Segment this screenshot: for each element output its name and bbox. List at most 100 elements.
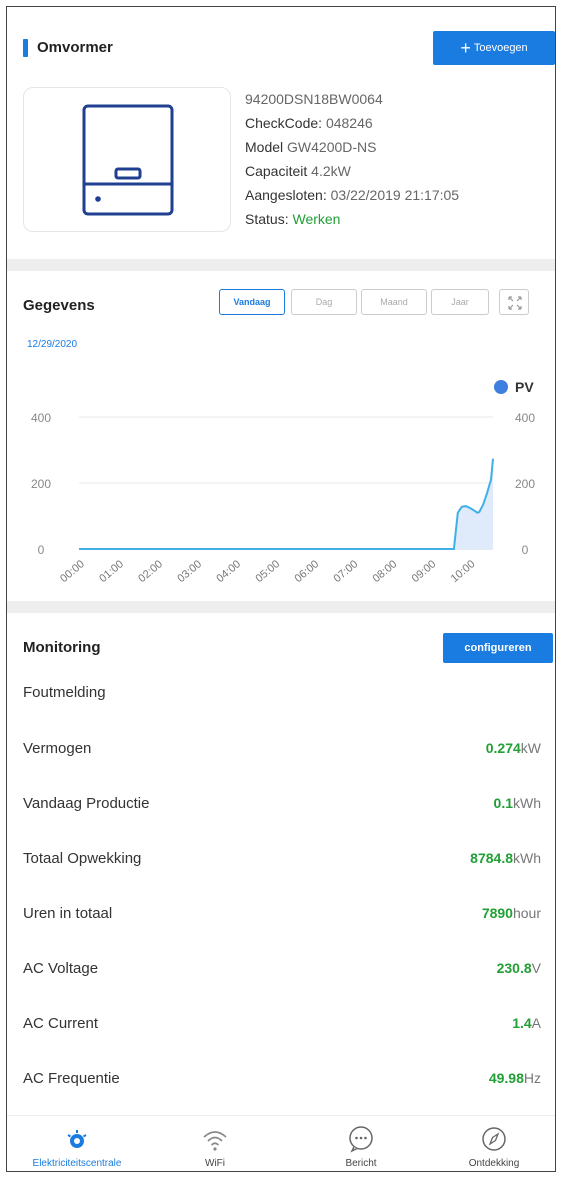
legend-dot bbox=[494, 380, 508, 394]
monitoring-number: 0.1 bbox=[493, 795, 513, 811]
chart-date: 12/29/2020 bbox=[27, 339, 78, 350]
monitoring-value: 0.1kWh bbox=[494, 795, 541, 812]
app-screen: Omvormer + Toevoegen 94200DSN18BW0064 Ch… bbox=[6, 6, 556, 1172]
inverter-icon bbox=[82, 104, 174, 216]
inverter-section: Omvormer + Toevoegen 94200DSN18BW0064 Ch… bbox=[7, 7, 555, 259]
monitoring-number: 230.8 bbox=[496, 960, 532, 976]
legend-label: PV bbox=[515, 379, 534, 395]
monitoring-label: AC Frequentie bbox=[23, 1070, 120, 1087]
x-tick-label: 04:00 bbox=[214, 558, 243, 585]
tab-maand[interactable]: Maand bbox=[361, 289, 427, 315]
plus-icon: + bbox=[460, 38, 471, 58]
x-tick-label: 05:00 bbox=[253, 558, 282, 585]
pv-chart: 400 400 200 200 0 0 00:00 01:00 02:00 03:00 04:00 0… bbox=[31, 379, 535, 585]
y-tick-right: 0 bbox=[522, 543, 529, 557]
x-tick-label: 08:00 bbox=[371, 558, 400, 585]
inverter-title: Omvormer bbox=[37, 39, 113, 56]
y-tick-right: 200 bbox=[515, 477, 535, 491]
x-tick-label: 01:00 bbox=[97, 558, 126, 585]
nav-item-discover[interactable]: Ontdekking bbox=[431, 1116, 555, 1171]
monitoring-row: Uren in totaal 7890hour bbox=[23, 886, 541, 941]
nav-item-power-station[interactable]: Elektriciteitscentrale bbox=[7, 1116, 147, 1171]
x-tick-label: 02:00 bbox=[136, 558, 165, 585]
section-divider bbox=[7, 259, 555, 271]
monitoring-label: Uren in totaal bbox=[23, 905, 113, 922]
nav-label: Ontdekking bbox=[468, 1158, 520, 1169]
monitoring-unit: kWh bbox=[513, 850, 541, 866]
nav-label: Elektriciteitscentrale bbox=[32, 1158, 122, 1169]
status-line: Status: Werken bbox=[245, 211, 341, 227]
monitoring-number: 8784.8 bbox=[470, 850, 513, 866]
monitoring-label: AC Current bbox=[23, 1015, 99, 1032]
monitoring-row: Vermogen 0.274kW bbox=[23, 721, 541, 776]
configure-button[interactable]: configureren bbox=[443, 633, 553, 663]
connected-line: Aangesloten: 03/22/2019 21:17:05 bbox=[245, 187, 460, 203]
fullscreen-button[interactable] bbox=[499, 289, 529, 315]
monitoring-number: 0.274 bbox=[485, 740, 521, 756]
monitoring-value: 0.274kW bbox=[486, 740, 541, 757]
pv-line bbox=[79, 458, 494, 550]
y-tick-left: 400 bbox=[31, 411, 51, 425]
model-line: Model GW4200D-NS bbox=[245, 139, 377, 155]
monitoring-label: Vermogen bbox=[23, 740, 92, 757]
x-tick-label: 03:00 bbox=[175, 558, 204, 585]
monitoring-number: 7890 bbox=[481, 905, 513, 921]
y-tick-right: 400 bbox=[515, 411, 535, 425]
status-value: Werken bbox=[292, 211, 341, 227]
x-tick-label: 06:00 bbox=[292, 558, 321, 585]
compass-icon bbox=[482, 1127, 506, 1151]
x-tick-label: 07:00 bbox=[332, 558, 361, 585]
monitoring-value: 8784.8kWh bbox=[470, 850, 541, 867]
nav-label: Bericht bbox=[345, 1158, 377, 1169]
power-station-icon bbox=[67, 1130, 87, 1148]
inverter-device-card[interactable] bbox=[23, 87, 231, 232]
monitoring-title: Monitoring bbox=[23, 639, 101, 656]
monitoring-label: AC Voltage bbox=[23, 960, 99, 977]
x-tick-label: 00:00 bbox=[58, 558, 87, 585]
monitoring-number: 49.98 bbox=[488, 1070, 524, 1086]
nav-item-wifi[interactable]: WiFi bbox=[147, 1116, 283, 1171]
monitoring-label: Vandaag Productie bbox=[23, 795, 150, 812]
bottom-nav: Elektriciteitscentrale WiFi Bericht Ontd… bbox=[7, 1115, 555, 1171]
monitoring-row: AC Frequentie 49.98Hz bbox=[23, 1051, 541, 1106]
nav-item-message[interactable]: Bericht bbox=[293, 1116, 429, 1171]
monitoring-number: 1.4 bbox=[512, 1015, 532, 1031]
expand-icon bbox=[508, 296, 522, 310]
monitoring-unit: kW bbox=[520, 740, 541, 756]
error-row: Foutmelding bbox=[23, 665, 541, 720]
add-button[interactable]: + Toevoegen bbox=[433, 31, 555, 65]
tab-dag[interactable]: Dag bbox=[291, 289, 357, 315]
monitoring-value: 1.4A bbox=[512, 1015, 541, 1032]
tab-jaar[interactable]: Jaar bbox=[431, 289, 489, 315]
monitoring-unit: Hz bbox=[523, 1070, 541, 1086]
tab-vandaag[interactable]: Vandaag bbox=[219, 289, 285, 315]
pv-area bbox=[79, 458, 493, 549]
monitoring-unit: V bbox=[531, 960, 541, 976]
section-divider bbox=[7, 601, 555, 613]
nav-label: WiFi bbox=[205, 1158, 225, 1169]
error-label: Foutmelding bbox=[23, 684, 106, 701]
monitoring-unit: A bbox=[531, 1015, 541, 1031]
monitoring-label: Totaal Opwekking bbox=[23, 850, 142, 867]
monitoring-row: AC Voltage 230.8V bbox=[23, 941, 541, 996]
section-marker bbox=[23, 39, 28, 57]
monitoring-unit: kWh bbox=[513, 795, 541, 811]
add-button-label: Toevoegen bbox=[473, 42, 528, 54]
monitoring-value: 230.8V bbox=[497, 960, 541, 977]
monitoring-unit: hour bbox=[512, 905, 541, 921]
monitoring-row: AC Current 1.4A bbox=[23, 996, 541, 1051]
monitoring-row: Vandaag Productie 0.1kWh bbox=[23, 776, 541, 831]
monitoring-value: 7890hour bbox=[482, 905, 541, 922]
y-tick-left: 0 bbox=[38, 543, 45, 557]
data-title: Gegevens bbox=[23, 297, 95, 314]
x-tick-label: 10:00 bbox=[449, 558, 478, 585]
monitoring-row: Totaal Opwekking 8784.8kWh bbox=[23, 831, 541, 886]
checkcode-line: CheckCode: 048246 bbox=[245, 115, 373, 131]
x-tick-label: 09:00 bbox=[410, 558, 439, 585]
serial-number: 94200DSN18BW0064 bbox=[245, 91, 383, 107]
wifi-icon bbox=[203, 1131, 227, 1151]
monitoring-value: 49.98Hz bbox=[489, 1070, 541, 1087]
message-icon bbox=[349, 1126, 373, 1153]
capacity-line: Capaciteit 4.2kW bbox=[245, 163, 351, 179]
y-tick-left: 200 bbox=[31, 477, 51, 491]
